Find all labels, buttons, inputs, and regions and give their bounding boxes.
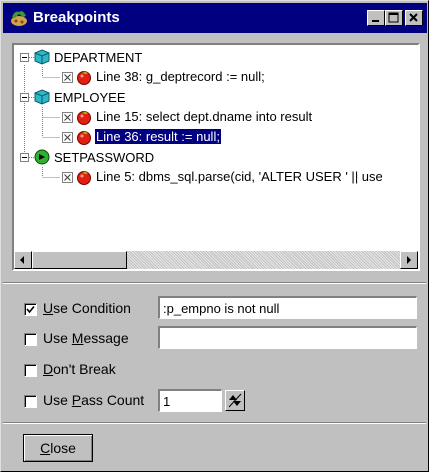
breakpoint-icon xyxy=(77,131,91,145)
breakpoint-item[interactable]: Line 38: g_deptrecord := null; xyxy=(14,67,414,87)
breakpoint-icon xyxy=(77,111,91,125)
divider xyxy=(3,422,426,424)
collapse-icon[interactable] xyxy=(20,153,29,162)
breakpoint-label: Line 38: g_deptrecord := null; xyxy=(96,69,265,84)
use-message-checkbox[interactable] xyxy=(24,333,37,346)
use-pass-count-checkbox[interactable] xyxy=(24,395,37,408)
pass-count-spinner[interactable] xyxy=(225,390,245,411)
use-pass-count-label[interactable]: Use Pass Count xyxy=(43,392,144,408)
arrow-left-icon xyxy=(20,256,24,264)
collapse-icon[interactable] xyxy=(20,53,29,62)
tree-node-label: DEPARTMENT xyxy=(54,50,143,65)
tree-node-setpassword[interactable]: SETPASSWORD xyxy=(14,147,414,167)
use-condition-checkbox[interactable] xyxy=(24,303,37,316)
breakpoint-label: Line 5: dbms_sql.parse(cid, 'ALTER USER … xyxy=(96,169,383,184)
checkbox-icon[interactable] xyxy=(62,172,73,183)
breakpoint-item[interactable]: Line 15: select dept.dname into result xyxy=(14,107,414,127)
checkbox-icon[interactable] xyxy=(62,72,73,83)
pass-count-input[interactable] xyxy=(158,389,222,412)
collapse-icon[interactable] xyxy=(20,93,29,102)
dont-break-checkbox[interactable] xyxy=(24,364,37,377)
arrow-right-icon xyxy=(407,256,411,264)
tree-node-label: SETPASSWORD xyxy=(54,150,155,165)
maximize-button[interactable] xyxy=(385,10,403,26)
checkbox-icon[interactable] xyxy=(62,132,73,143)
breakpoint-label: Line 15: select dept.dname into result xyxy=(96,109,313,124)
close-icon xyxy=(409,13,418,22)
divider xyxy=(3,282,426,284)
tree-node-employee[interactable]: EMPLOYEE xyxy=(14,87,414,107)
breakpoint-item[interactable]: Line 5: dbms_sql.parse(cid, 'ALTER USER … xyxy=(14,167,418,187)
use-message-label[interactable]: Use Message xyxy=(43,330,129,346)
use-condition-label[interactable]: Use Condition xyxy=(43,300,131,316)
package-icon xyxy=(34,49,50,65)
tree-node-department[interactable]: DEPARTMENT xyxy=(14,47,414,67)
minimize-icon xyxy=(372,20,379,22)
minimize-button[interactable] xyxy=(367,10,385,26)
breakpoint-tree[interactable]: DEPARTMENT Line 38: g_deptrecord := null… xyxy=(12,43,420,271)
procedure-icon xyxy=(34,149,50,165)
breakpoint-item-selected[interactable]: Line 36: result := null; xyxy=(14,127,414,147)
tree-node-label: EMPLOYEE xyxy=(54,90,126,105)
scroll-left-button[interactable] xyxy=(14,251,32,269)
package-icon xyxy=(34,89,50,105)
title-bar[interactable]: Breakpoints xyxy=(3,3,427,33)
breakpoint-label: Line 36: result := null; xyxy=(94,128,222,145)
app-icon xyxy=(11,11,27,26)
close-window-button[interactable] xyxy=(405,10,423,26)
close-button[interactable]: Close xyxy=(23,434,93,462)
window-title: Breakpoints xyxy=(33,9,120,26)
breakpoint-icon xyxy=(77,171,91,185)
spinner-arrows-icon xyxy=(228,393,242,408)
checkbox-icon[interactable] xyxy=(62,112,73,123)
breakpoint-icon xyxy=(77,71,91,85)
check-icon xyxy=(26,305,35,314)
scroll-right-button[interactable] xyxy=(400,251,418,269)
message-input[interactable] xyxy=(158,326,417,349)
scroll-thumb[interactable] xyxy=(32,251,127,269)
dont-break-label[interactable]: Don't Break xyxy=(43,361,116,377)
maximize-icon xyxy=(388,12,399,23)
horizontal-scrollbar[interactable] xyxy=(14,251,418,269)
condition-input[interactable] xyxy=(158,296,417,319)
breakpoints-window: Breakpoints DEPARTMENT Line 38: g_deptre… xyxy=(0,0,429,472)
